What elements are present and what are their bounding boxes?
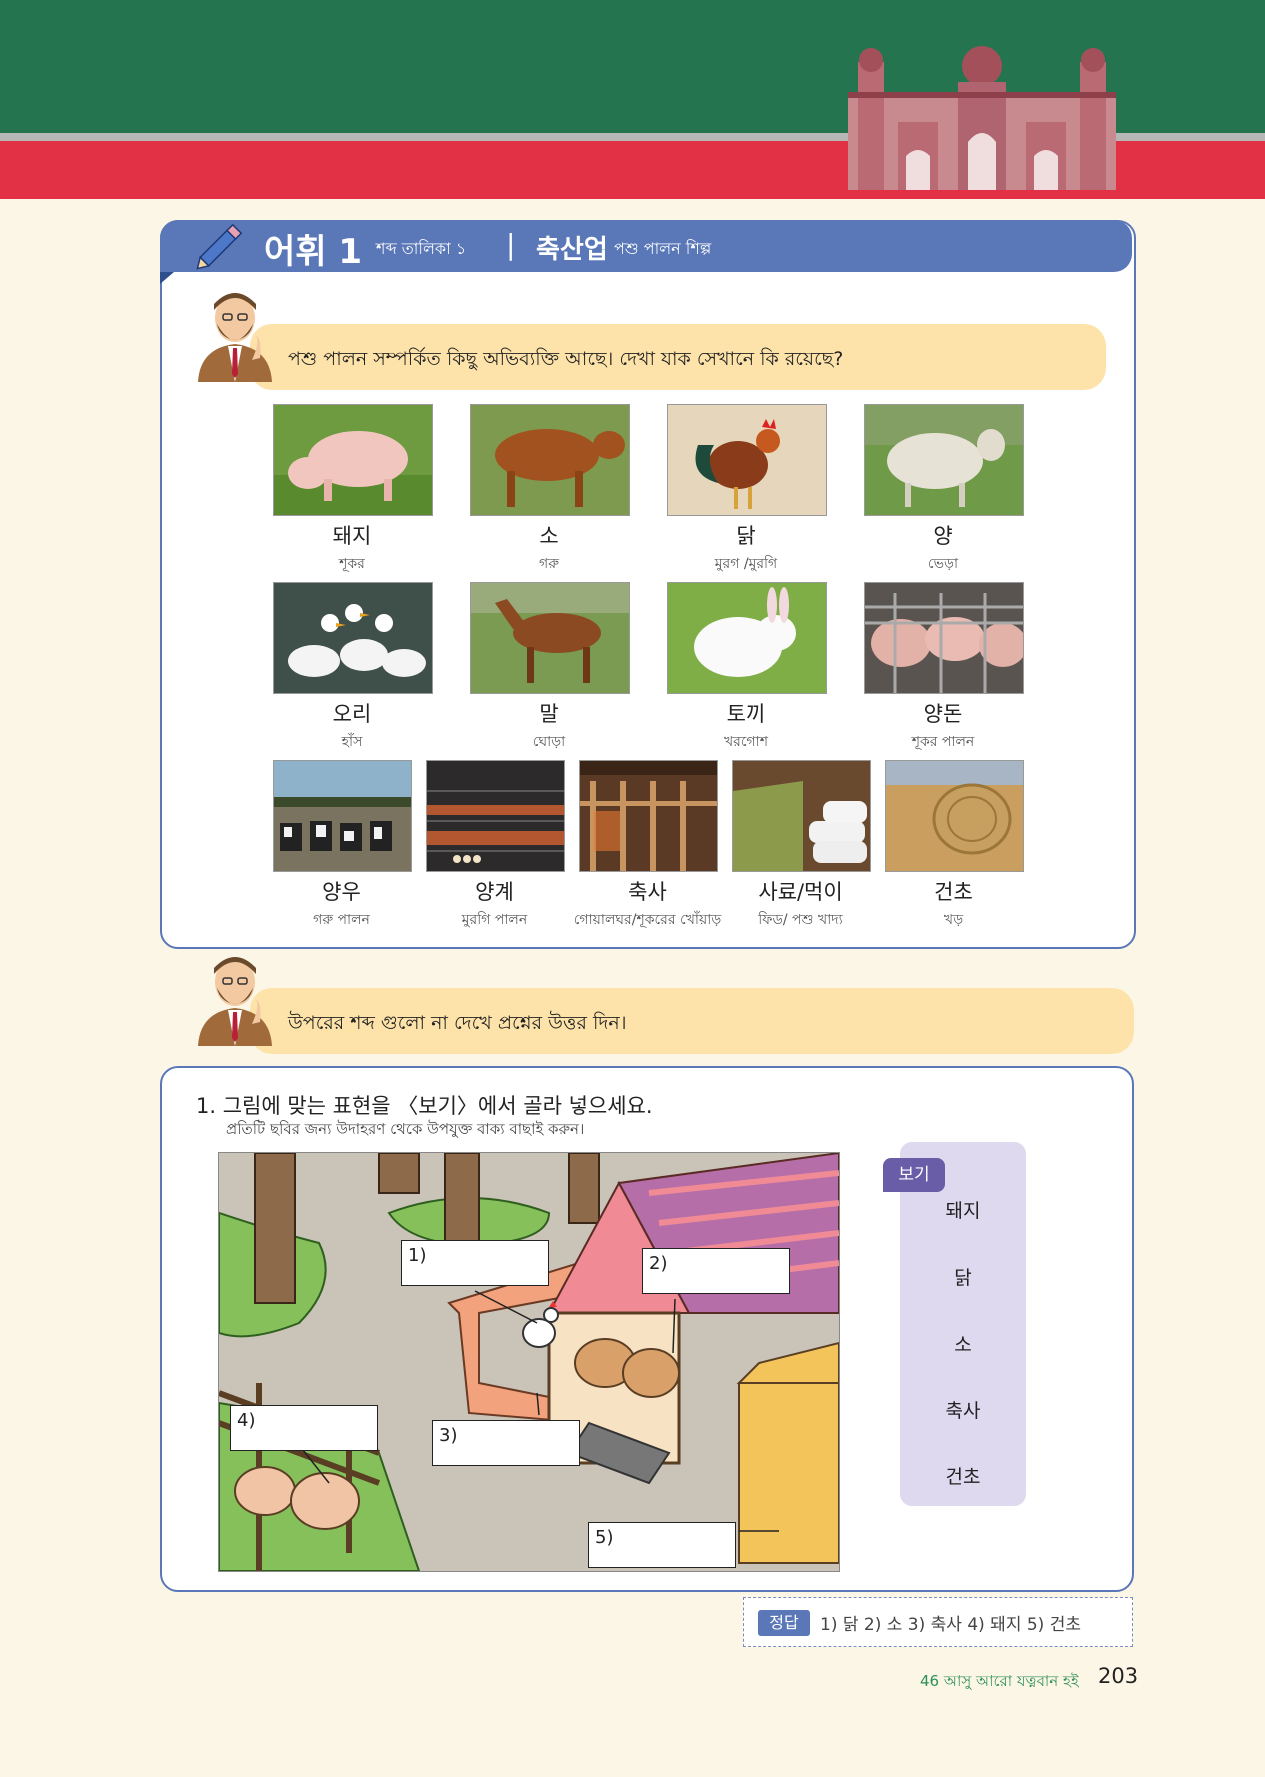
fort-illustration: [848, 46, 1116, 190]
vocab-photo-feed: [732, 760, 871, 872]
intro-prompt: পশু পালন সম্পর্কিত কিছু অভিব্যক্তি আছে। …: [288, 348, 844, 370]
topic-subtitle: পশু পালন শিল্প: [614, 239, 712, 258]
answer-blank-4[interactable]: 4): [230, 1405, 378, 1451]
word-bank-item: 축사: [945, 1400, 981, 1422]
page-number: 203: [1098, 1664, 1139, 1688]
vocab-kor-10: 축사: [628, 880, 667, 904]
question-title: 1. 그림에 맞는 표현을 〈보기〉에서 골라 넣으세요.: [196, 1094, 653, 1118]
vocab-ben-10: গোয়ালঘর/শূকরের খোঁয়াড়: [573, 912, 722, 928]
vocab-photo-barn: [579, 760, 718, 872]
vocab-photo-rabbit: [667, 582, 827, 694]
vocab-photo-poultry-farm: [426, 760, 565, 872]
section-title-subtitle: শব্দ তালিকা ১: [376, 239, 467, 258]
answer-key-text: 1) 닭 2) 소 3) 축사 4) 돼지 5) 건초: [820, 1615, 1081, 1635]
vocab-kor-1: 소: [539, 524, 559, 548]
vocab-kor-3: 양: [933, 524, 953, 548]
title-divider: |: [506, 228, 516, 261]
vocab-kor-7: 양돈: [923, 702, 963, 726]
vocab-photo-rooster: [667, 404, 827, 516]
vocab-photo-hay: [885, 760, 1024, 872]
vocab-ben-11: ফিড/ পশু খাদ্য: [758, 912, 843, 928]
vocab-ben-12: খড়: [943, 912, 964, 928]
question-subtitle: প্রতিটি ছবির জন্য উদাহরণ থেকে উপযুক্ত বা…: [226, 1120, 585, 1138]
vocab-kor-4: 오리: [332, 702, 372, 726]
word-bank-item: 닭: [954, 1267, 972, 1289]
farm-scene-illustration: [218, 1152, 840, 1572]
pencil-icon: [196, 223, 243, 270]
vocab-kor-6: 토끼: [726, 702, 766, 726]
topic-title: 축산업: [536, 235, 608, 265]
vocab-photo-pig-farm: [864, 582, 1024, 694]
vocab-ben-9: মুরগি পালন: [461, 912, 528, 928]
professor-icon: [198, 293, 272, 382]
word-bank-item: 돼지: [945, 1200, 981, 1222]
word-bank-item: 건초: [945, 1466, 981, 1488]
vocab-photo-pig: [273, 404, 433, 516]
word-bank-item: 소: [954, 1334, 972, 1356]
professor-icon: [198, 957, 272, 1046]
vocab-ben-3: ভেড়া: [927, 556, 959, 572]
vocab-ben-7: শূকর পালন: [911, 734, 975, 750]
title-bar-notch: [160, 272, 174, 284]
answer-blank-1[interactable]: 1): [401, 1240, 549, 1286]
vocab-kor-5: 말: [539, 702, 559, 726]
vocab-ben-2: মুরগ /মুরগি: [714, 556, 778, 572]
footer-book-title: 46 আসু আরো যত্নবান হই: [920, 1672, 1079, 1690]
vocab-photo-cow: [470, 404, 630, 516]
vocab-ben-1: গরু: [539, 556, 559, 572]
vocab-kor-2: 닭: [736, 524, 756, 548]
vocab-ben-5: ঘোড়া: [532, 734, 566, 750]
vocab-ben-4: হাঁস: [341, 734, 363, 750]
vocab-kor-9: 양계: [475, 880, 514, 904]
vocab-ben-0: শূকর: [339, 556, 365, 572]
answer-blank-2[interactable]: 2): [642, 1248, 790, 1294]
vocab-ben-8: গরু পালন: [313, 912, 370, 928]
vocab-photo-horse: [470, 582, 630, 694]
answer-key-label: 정답: [758, 1610, 810, 1636]
section-title: 어휘 1: [264, 232, 363, 272]
vocab-kor-0: 돼지: [332, 524, 372, 548]
vocab-kor-8: 양우: [322, 880, 361, 904]
instruction-text: উপরের শব্দ গুলো না দেখে প্রশ্নের উত্তর দ…: [288, 1012, 627, 1034]
vocab-photo-duck: [273, 582, 433, 694]
vocab-kor-11: 사료/먹이: [758, 880, 843, 904]
answer-blank-3[interactable]: 3): [432, 1420, 580, 1466]
vocab-photo-sheep: [864, 404, 1024, 516]
word-bank-label: 보기: [883, 1158, 945, 1192]
vocab-kor-12: 건초: [934, 880, 973, 904]
vocab-ben-6: খরগোশ: [723, 734, 769, 750]
answer-blank-5[interactable]: 5): [588, 1522, 736, 1568]
vocab-photo-cattle-farm: [273, 760, 412, 872]
